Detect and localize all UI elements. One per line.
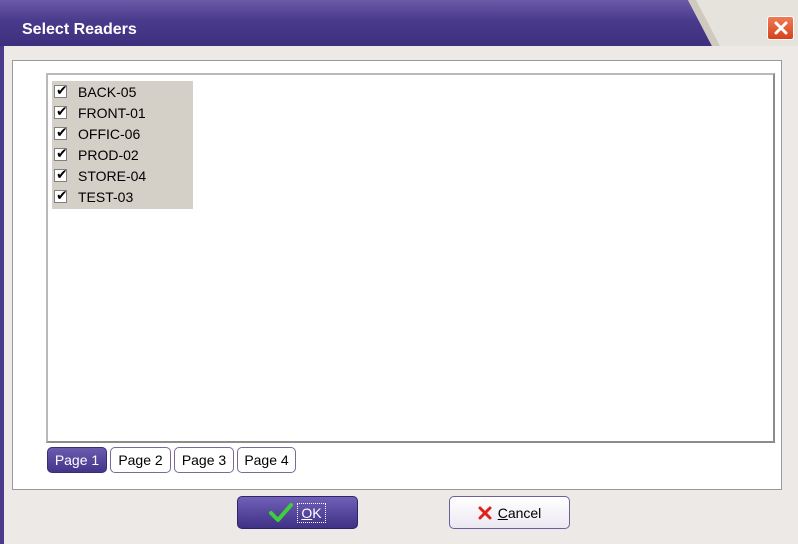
ok-label-rest: K — [312, 504, 322, 521]
reader-checkbox[interactable]: ✔ — [54, 146, 68, 162]
checkmark-icon: ✔ — [56, 146, 68, 162]
reader-item[interactable]: ✔ BACK-05 — [52, 81, 193, 102]
ok-button[interactable]: OK — [237, 496, 358, 529]
reader-label: OFFIC-06 — [78, 126, 141, 142]
reader-checkbox[interactable]: ✔ — [54, 188, 68, 204]
reader-item[interactable]: ✔ PROD-02 — [52, 144, 193, 165]
reader-checkbox[interactable]: ✔ — [54, 104, 68, 120]
reader-label: BACK-05 — [78, 84, 137, 100]
checkmark-icon: ✔ — [56, 83, 68, 99]
tab-page-3[interactable]: Page 3 — [174, 447, 234, 473]
select-readers-dialog: Select Readers ✔ BACK-05 ✔ FRONT-01 ✔ OF… — [0, 0, 798, 544]
reader-checkbox[interactable]: ✔ — [54, 167, 68, 183]
reader-label: FRONT-01 — [78, 105, 146, 121]
tab-page-4[interactable]: Page 4 — [237, 447, 296, 473]
checkmark-icon: ✔ — [56, 167, 68, 183]
reader-label: TEST-03 — [78, 189, 134, 205]
reader-label: STORE-04 — [78, 168, 147, 184]
reader-item[interactable]: ✔ TEST-03 — [52, 186, 193, 207]
window-title: Select Readers — [22, 21, 137, 38]
tab-page-1[interactable]: Page 1 — [47, 447, 107, 473]
close-icon — [774, 21, 787, 35]
cancel-accelerator: C — [497, 504, 508, 521]
cancel-button[interactable]: Cancel — [449, 496, 570, 529]
cancel-label-rest: ancel — [507, 504, 542, 521]
reader-item[interactable]: ✔ STORE-04 — [52, 165, 193, 186]
checkmark-icon: ✔ — [56, 104, 68, 120]
tab-page-2[interactable]: Page 2 — [110, 447, 171, 473]
checkmark-icon — [269, 502, 294, 522]
reader-item[interactable]: ✔ FRONT-01 — [52, 102, 193, 123]
title-bar[interactable]: Select Readers — [0, 0, 798, 46]
ok-accelerator: O — [301, 504, 313, 521]
reader-item[interactable]: ✔ OFFIC-06 — [52, 123, 193, 144]
x-icon — [478, 506, 492, 519]
reader-list: ✔ BACK-05 ✔ FRONT-01 ✔ OFFIC-06 ✔ PROD-0… — [52, 81, 193, 209]
ok-label: OK — [297, 502, 326, 523]
close-button[interactable] — [767, 16, 794, 40]
checkmark-icon: ✔ — [56, 125, 68, 141]
reader-label: PROD-02 — [78, 147, 139, 163]
window-border — [0, 46, 4, 544]
checkmark-icon: ✔ — [56, 188, 68, 204]
reader-checkbox[interactable]: ✔ — [54, 125, 68, 141]
reader-checkbox[interactable]: ✔ — [54, 83, 68, 99]
cancel-label: Cancel — [498, 505, 542, 521]
